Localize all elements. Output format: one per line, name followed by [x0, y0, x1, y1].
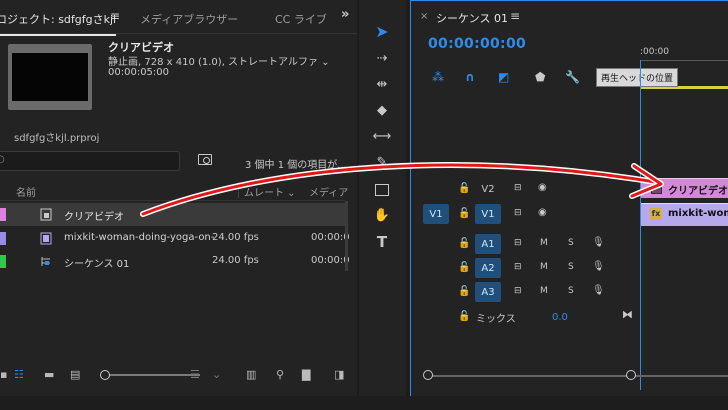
premiere-workspace: ロジェクト: sdfgfgさkjl ≡ メディアブラウザー CC ライブ » ク… [0, 0, 728, 410]
drag-arrow-annotation [140, 162, 664, 217]
